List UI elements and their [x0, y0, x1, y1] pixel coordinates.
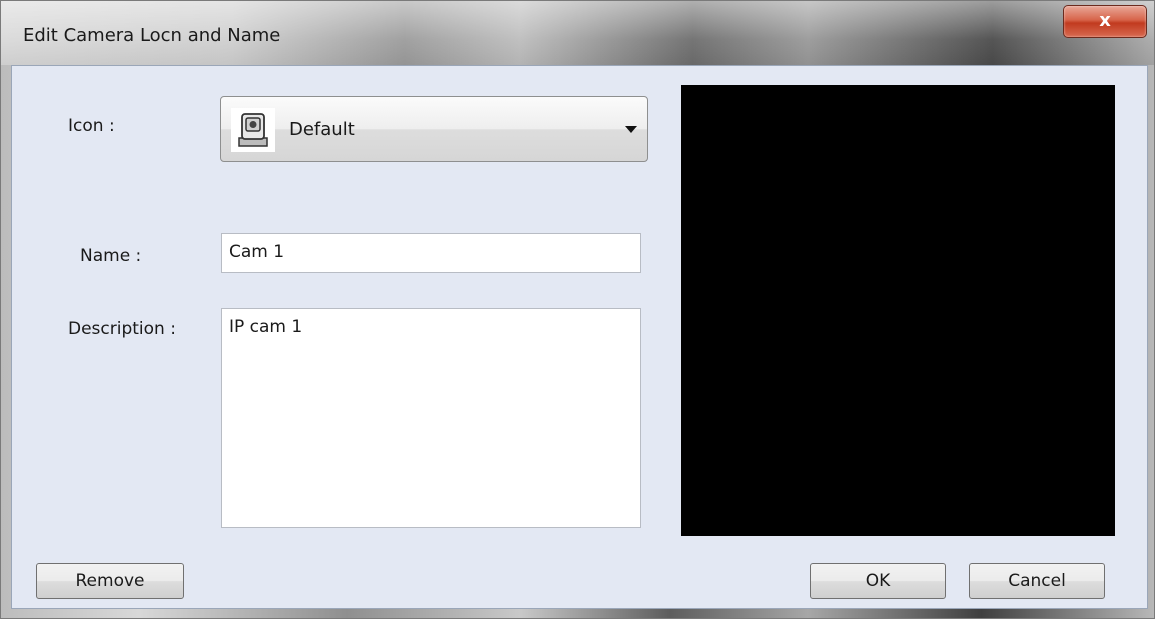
description-label: Description :	[68, 319, 176, 339]
icon-selected-value: Default	[289, 119, 355, 140]
dialog-body: Icon : Default Name : Cam 1 Description …	[11, 65, 1148, 609]
name-value: Cam 1	[229, 242, 285, 262]
icon-label: Icon :	[68, 116, 115, 136]
remove-button[interactable]: Remove	[36, 563, 184, 599]
description-field[interactable]: IP cam 1	[221, 308, 641, 528]
name-label: Name :	[80, 246, 142, 266]
dialog-window: Edit Camera Locn and Name x Icon : Defau…	[0, 0, 1155, 619]
icon-dropdown[interactable]: Default	[220, 96, 648, 162]
title-bar[interactable]: Edit Camera Locn and Name x	[1, 1, 1154, 65]
dialog-title: Edit Camera Locn and Name	[23, 25, 281, 46]
close-icon: x	[1099, 10, 1111, 31]
description-value: IP cam 1	[229, 317, 303, 337]
ok-button[interactable]: OK	[810, 563, 946, 599]
close-button[interactable]: x	[1063, 5, 1147, 38]
camera-icon	[231, 108, 275, 152]
chevron-down-icon	[625, 126, 637, 133]
cancel-button[interactable]: Cancel	[969, 563, 1105, 599]
name-field[interactable]: Cam 1	[221, 233, 641, 273]
camera-preview	[681, 85, 1115, 536]
